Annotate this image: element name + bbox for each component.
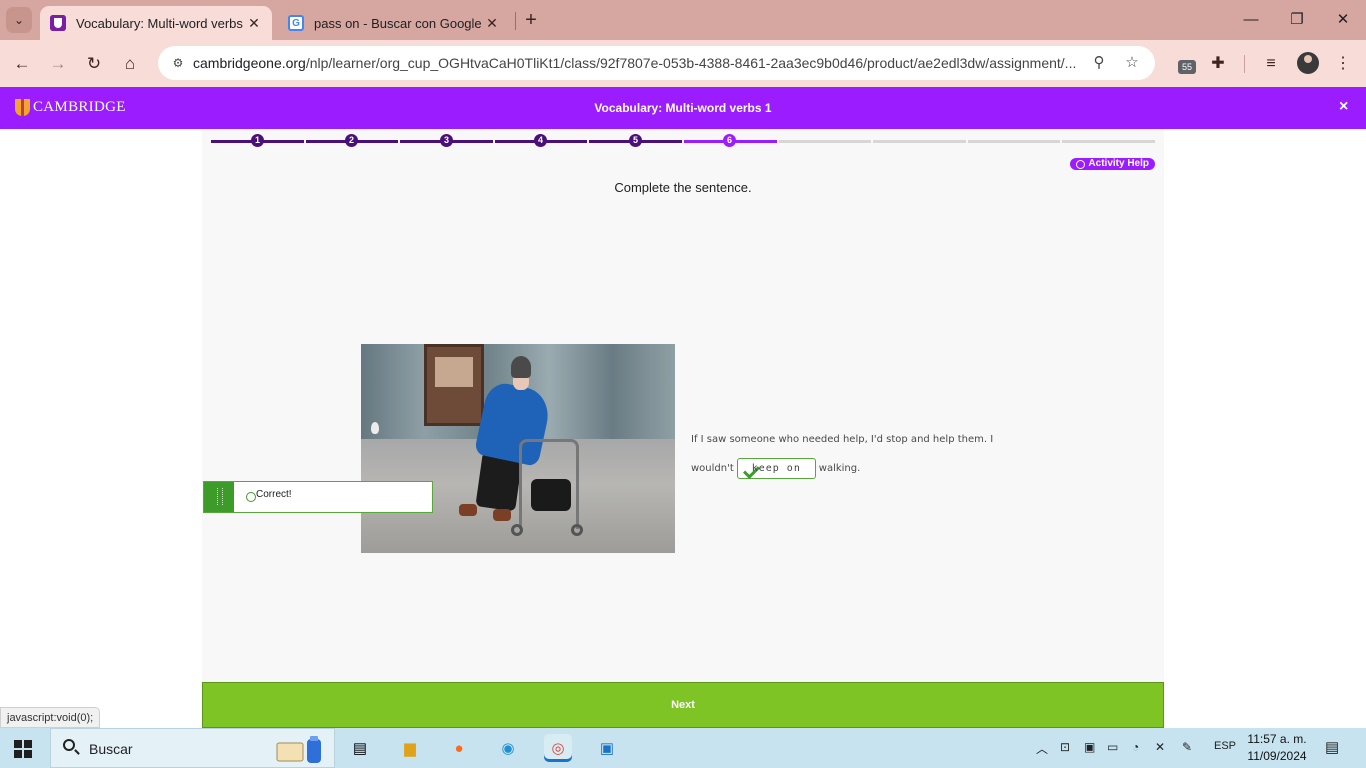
search-highlight-art-icon <box>276 736 321 763</box>
progress-bar: 1 2 3 4 5 6 <box>211 134 1155 147</box>
taskbar-search-box[interactable]: Buscar <box>50 728 335 768</box>
home-icon[interactable]: ⌂ <box>117 51 143 77</box>
browser-tab-active[interactable]: Vocabulary: Multi-word verbs 1 ✕ <box>40 6 272 40</box>
progress-segment <box>779 140 871 143</box>
photo-wheel <box>571 524 583 536</box>
tab-close-icon[interactable]: ✕ <box>244 15 264 32</box>
activity-title: Vocabulary: Multi-word verbs 1 <box>594 101 772 115</box>
progress-step-6[interactable]: 6 <box>723 134 736 147</box>
volume-muted-icon[interactable]: ✕ <box>1155 740 1165 754</box>
pen-icon[interactable]: ✎ <box>1182 740 1192 754</box>
firefox-icon[interactable]: ● <box>445 734 473 762</box>
activity-instruction: Complete the sentence. <box>614 180 752 195</box>
correct-circle-icon <box>246 492 256 502</box>
tray-meet-icon[interactable]: ⊡ <box>1060 740 1070 754</box>
task-view-icon[interactable]: ▤ <box>346 734 374 762</box>
tab-title: pass on - Buscar con Google <box>314 15 482 31</box>
notifications-icon[interactable]: ▤ <box>1325 738 1339 756</box>
photo-man-hat <box>511 356 531 378</box>
windows-start-icon[interactable] <box>14 740 32 758</box>
bookmark-star-icon[interactable]: ☆ <box>1122 53 1142 73</box>
photo-shoe <box>459 504 477 516</box>
photo-shoe <box>493 509 511 521</box>
progress-segment <box>873 140 966 143</box>
progress-segment <box>968 140 1060 143</box>
activity-help-button[interactable]: Activity Help <box>1070 158 1155 170</box>
progress-step-5[interactable]: 5 <box>629 134 642 147</box>
clock-date: 11/09/2024 <box>1247 749 1307 763</box>
activity-panel <box>202 129 1164 682</box>
browser-menu-kebab-icon[interactable]: ⋮ <box>1332 53 1354 75</box>
battery-icon[interactable]: ▭ <box>1107 740 1118 754</box>
tray-expand-chevron-icon[interactable]: ︿ <box>1036 740 1048 757</box>
photo-door <box>424 344 484 426</box>
photo-walker-bag <box>531 479 571 511</box>
address-bar[interactable]: ⚙ cambridgeone.org/nlp/learner/org_cup_O… <box>158 46 1155 80</box>
answer-value: keep on <box>751 462 801 474</box>
input-language[interactable]: ESP <box>1214 740 1236 752</box>
tray-camera-icon[interactable]: ▣ <box>1084 740 1095 754</box>
sentence-block: If I saw someone who needed help, I'd st… <box>691 425 1001 483</box>
browser-toolbar: ← → ↻ ⌂ ⚙ cambridgeone.org/nlp/learner/o… <box>0 40 1366 87</box>
tab-title: Vocabulary: Multi-word verbs 1 <box>76 15 244 31</box>
chrome-icon[interactable]: ◎ <box>544 734 572 762</box>
feedback-text: Correct! <box>256 489 292 500</box>
minimize-window-icon[interactable]: — <box>1228 8 1274 32</box>
progress-step-1[interactable]: 1 <box>251 134 264 147</box>
browser-tab-strip: ⌄ Vocabulary: Multi-word verbs 1 ✕ G pas… <box>0 0 1366 40</box>
windows-taskbar: Buscar ▤ ▆ ● ◉ ◎ ▣ ︿ ⊡ ▣ ▭ ◔ ✕ ✎ ESP 11:… <box>0 728 1366 768</box>
search-icon <box>63 739 75 751</box>
cambridge-header: CAMBRIDGE Vocabulary: Multi-word verbs 1… <box>0 87 1366 129</box>
status-link-preview: javascript:void(0); <box>0 707 101 728</box>
reload-icon[interactable]: ↻ <box>81 51 107 77</box>
sentence-after: walking. <box>818 463 861 474</box>
answer-input[interactable]: keep on <box>736 457 816 479</box>
tab-search-chevron-icon[interactable]: ⌄ <box>6 7 32 33</box>
tab-separator <box>515 12 516 30</box>
taskbar-clock[interactable]: 11:57 a. m. 11/09/2024 <box>1244 731 1310 765</box>
cambridge-favicon-icon <box>50 15 66 31</box>
next-button[interactable]: Next <box>202 682 1164 728</box>
toolbar-separator <box>1244 55 1245 73</box>
profile-avatar[interactable] <box>1297 52 1319 74</box>
extension-badge: 55 <box>1178 60 1196 74</box>
url-text[interactable]: cambridgeone.org/nlp/learner/org_cup_OGH… <box>193 55 1078 71</box>
close-activity-icon[interactable]: × <box>1339 98 1348 116</box>
feedback-strip <box>204 482 234 512</box>
forward-arrow-icon[interactable]: → <box>45 51 71 77</box>
taskbar-search-label: Buscar <box>89 741 133 757</box>
progress-step-3[interactable]: 3 <box>440 134 453 147</box>
restore-window-icon[interactable]: ❐ <box>1274 8 1320 32</box>
tab-close-icon[interactable]: ✕ <box>482 15 502 32</box>
drag-handle-icon[interactable] <box>217 488 223 505</box>
progress-step-2[interactable]: 2 <box>345 134 358 147</box>
browser-tab-google[interactable]: G pass on - Buscar con Google ✕ <box>278 6 510 40</box>
next-label: Next <box>671 699 695 711</box>
file-explorer-icon[interactable]: ▆ <box>396 734 424 762</box>
progress-segment <box>1062 140 1155 143</box>
activity-photo <box>361 344 675 553</box>
close-window-icon[interactable]: ✕ <box>1320 8 1366 32</box>
photo-wheel <box>511 524 523 536</box>
edge-icon[interactable]: ◉ <box>494 734 522 762</box>
site-settings-icon[interactable]: ⚙ <box>166 51 190 75</box>
new-tab-plus-icon[interactable]: + <box>520 9 542 31</box>
google-favicon-icon: G <box>288 15 304 31</box>
photos-icon[interactable]: ▣ <box>593 734 621 762</box>
progress-step-4[interactable]: 4 <box>534 134 547 147</box>
extensions-puzzle-icon[interactable]: ✚ <box>1207 53 1229 75</box>
zoom-magnifier-icon[interactable]: ⚲ <box>1089 53 1109 73</box>
back-arrow-icon[interactable]: ← <box>9 51 35 77</box>
help-icon <box>1076 160 1085 169</box>
feedback-panel[interactable]: Correct! <box>203 481 433 513</box>
wifi-icon[interactable]: ◔ <box>1132 740 1139 754</box>
clock-time: 11:57 a. m. <box>1247 732 1307 746</box>
media-controls-icon[interactable]: ≡ <box>1260 53 1282 75</box>
activity-help-label: Activity Help <box>1088 158 1149 169</box>
photo-seagull <box>371 422 379 434</box>
